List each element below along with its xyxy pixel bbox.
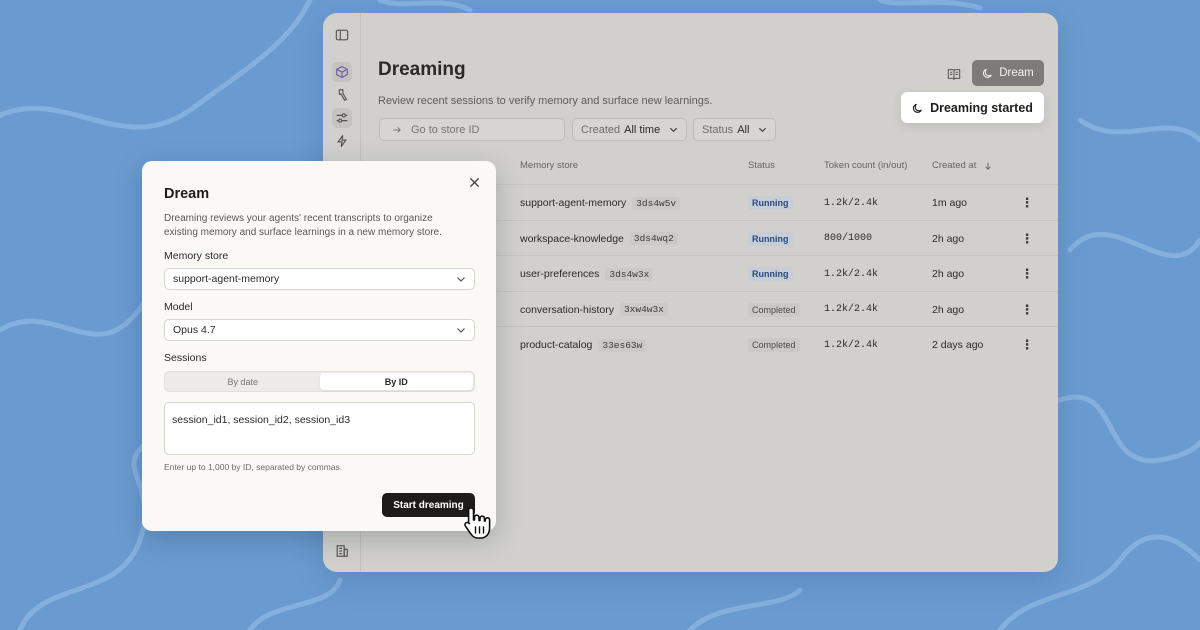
sidebar-toggle-icon[interactable] [332,25,352,45]
dream-button-label: Dream [999,67,1034,79]
created-at: 2 days ago [932,339,984,351]
hand-cursor-icon [464,507,491,539]
store-name: user-preferences [520,268,600,280]
column-header-tokens[interactable]: Token count (in/out) [824,160,907,171]
status-cell: Running [748,185,793,221]
store-name: workspace-knowledge [520,232,624,245]
store-id: 3ds4wq2 [629,232,678,245]
token-count: 1.2k/2.4k [824,197,879,209]
status-badge: Completed [748,338,800,352]
model-select[interactable]: Opus 4.7 [164,319,475,341]
memory-store-label: Memory store [164,250,229,262]
modal-description: Dreaming reviews your agents' recent tra… [164,213,442,238]
token-count: 1.2k/2.4k [824,304,879,315]
tab-by-date[interactable]: By date [166,373,320,390]
book-icon[interactable] [945,65,963,83]
more-options-icon[interactable]: ⋮ [1020,327,1034,363]
toast-text: Dreaming started [930,100,1033,115]
building-icon[interactable] [332,541,352,561]
sessions-input[interactable] [164,402,475,455]
memory-store-cell: product-catalog 33es63w [520,327,647,363]
cube-icon[interactable] [332,62,352,82]
column-header-created-label: Created at [932,160,977,171]
token-count: 800/1000 [824,233,873,244]
sessions-tabs: By date By ID [164,371,475,392]
moon-icon [983,68,993,78]
created-filter-value: All time [624,123,661,136]
store-name: support-agent-memory [520,197,627,209]
chevron-down-icon [759,127,767,133]
created-at: 2h ago [932,232,965,245]
store-search[interactable] [379,118,565,141]
status-filter-label: Status [702,123,734,136]
status-badge: Running [748,267,793,281]
column-header-status[interactable]: Status [748,160,775,171]
created-filter-label: Created [581,123,621,136]
memory-store-cell: conversation-history 3xw4w3x [520,292,668,328]
status-filter-value: All [737,123,750,136]
more-options-icon[interactable]: ⋮ [1020,221,1034,257]
memory-store-cell: support-agent-memory 3ds4w5v [520,185,681,221]
store-id: 3ds4w5v [632,196,681,210]
token-count: 1.2k/2.4k [824,268,879,280]
status-cell: Running [748,221,793,257]
modal-title: Dream [164,186,210,202]
page-subtitle: Review recent sessions to verify memory … [378,95,713,107]
search-input[interactable] [411,123,551,136]
status-cell: Completed [748,327,800,363]
column-header-created[interactable]: Created at [932,160,992,171]
status-badge: Completed [748,302,800,317]
page-title: Dreaming [378,59,466,80]
store-id: 33es63w [598,338,647,352]
arrow-down-icon [985,162,992,170]
toast-notification: Dreaming started [901,92,1044,123]
status-filter[interactable]: Status All [693,118,777,141]
chevron-down-icon [457,277,465,282]
memory-store-select[interactable]: support-agent-memory [164,268,475,290]
chevron-down-icon [670,127,678,133]
created-at: 1m ago [932,197,968,209]
chevron-down-icon [457,328,465,333]
sessions-helper-text: Enter up to 1,000 by ID, separated by co… [164,462,343,472]
lightning-icon[interactable] [332,131,352,151]
status-cell: Running [748,256,793,292]
dream-modal: Dream Dreaming reviews your agents' rece… [142,161,496,531]
created-filter[interactable]: Created All time [572,118,688,141]
moon-icon [913,103,922,113]
model-value: Opus 4.7 [173,324,216,336]
store-id: 3xw4w3x [619,303,668,316]
store-id: 3ds4w3x [605,267,654,281]
dream-button[interactable]: Dream [972,60,1044,86]
tool-icon[interactable] [332,85,352,105]
more-options-icon[interactable]: ⋮ [1020,256,1034,292]
memory-store-cell: workspace-knowledge 3ds4wq2 [520,221,678,257]
sessions-label: Sessions [164,352,207,364]
memory-store-value: support-agent-memory [173,273,280,285]
more-options-icon[interactable]: ⋮ [1020,292,1034,328]
close-icon[interactable] [467,175,481,189]
model-label: Model [164,301,193,313]
memory-store-cell: user-preferences 3ds4w3x [520,256,654,292]
sliders-icon[interactable] [332,108,352,128]
created-at: 2h ago [932,268,965,280]
store-name: product-catalog [520,339,593,351]
more-options-icon[interactable]: ⋮ [1020,185,1034,221]
store-name: conversation-history [520,303,614,316]
arrow-right-icon [393,126,401,133]
created-at: 2h ago [932,303,965,316]
status-badge: Running [748,231,793,246]
status-cell: Completed [748,292,800,328]
column-header-memory-store[interactable]: Memory store [520,160,578,171]
tab-by-id[interactable]: By ID [319,373,473,390]
token-count: 1.2k/2.4k [824,339,879,351]
status-badge: Running [748,196,793,210]
